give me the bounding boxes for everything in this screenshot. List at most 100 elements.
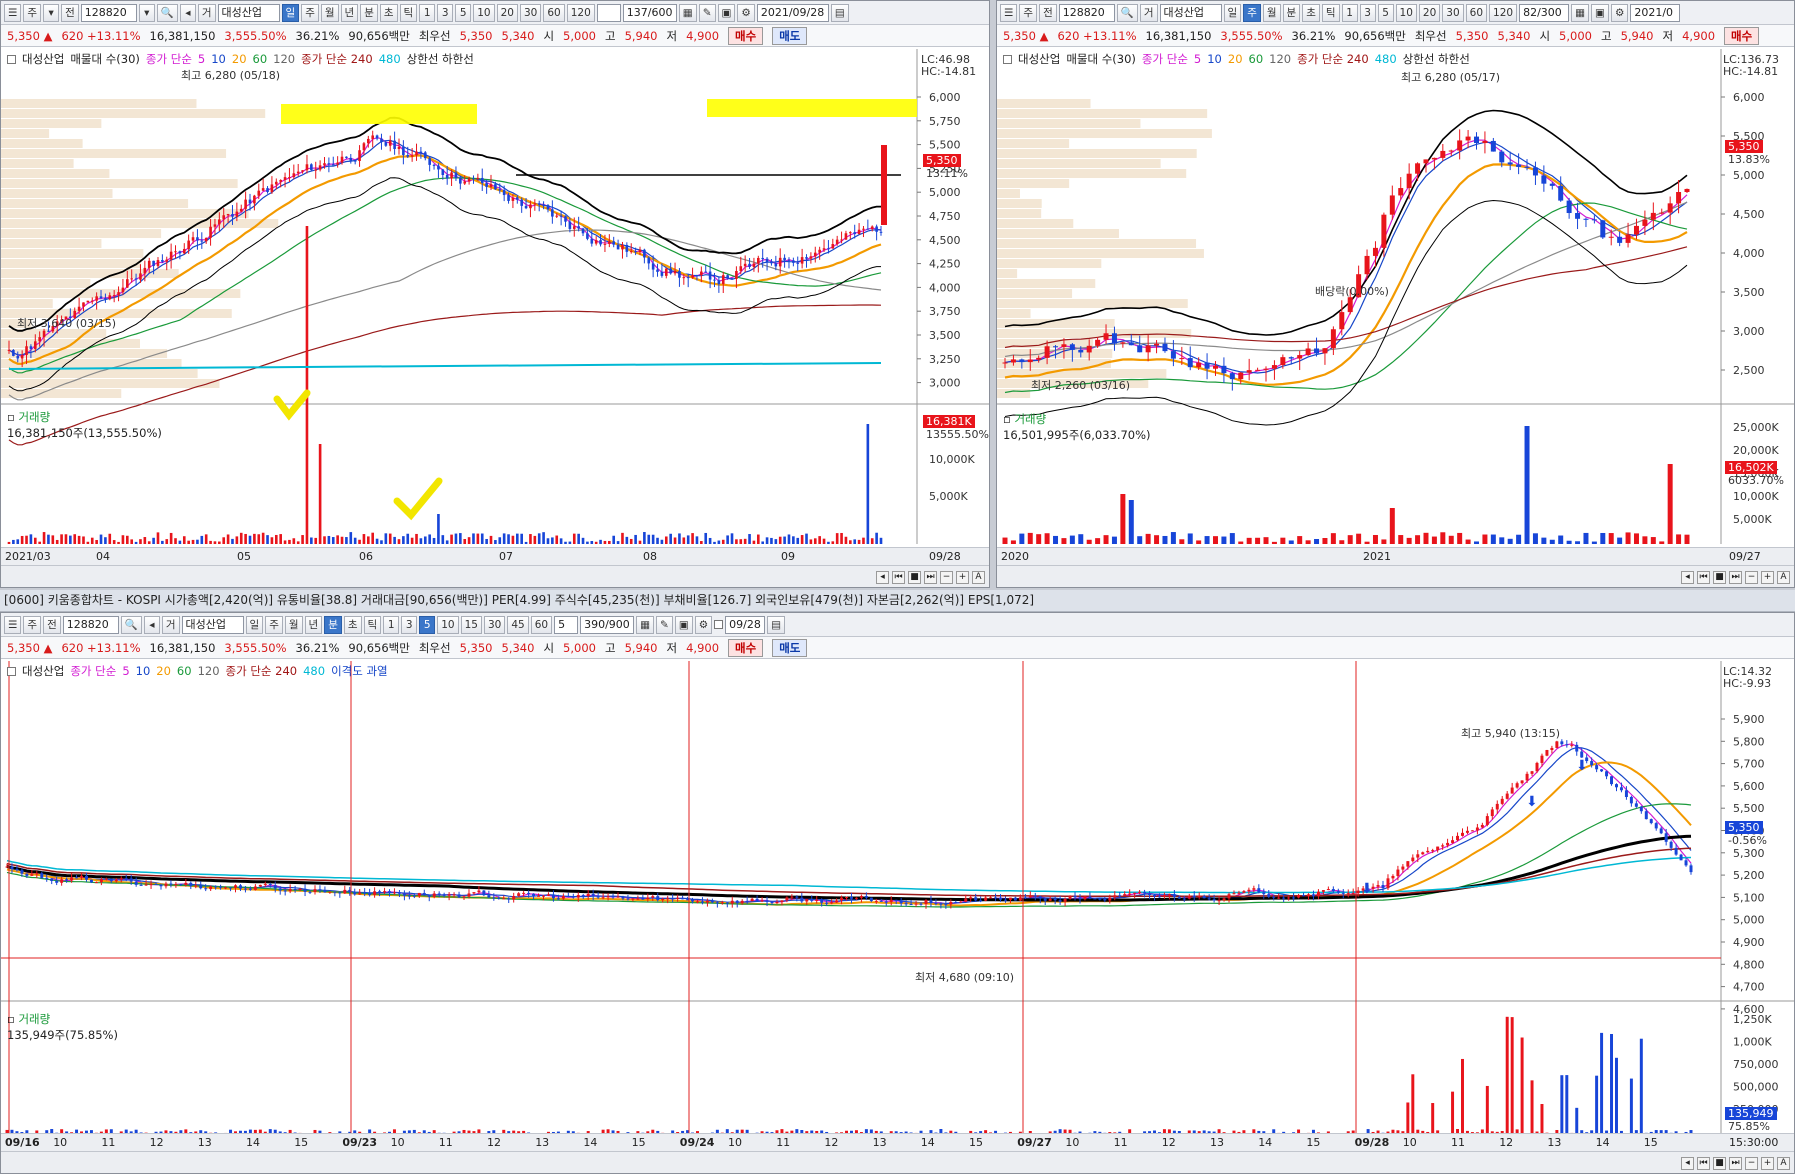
buy-button[interactable]: 매수 (728, 26, 764, 45)
period-minute[interactable]: 분 (324, 615, 342, 634)
scroll-left-icon[interactable]: ◂ (1681, 570, 1694, 584)
period-tick[interactable]: 틱 (399, 3, 418, 22)
code-input[interactable]: 128820 (80, 3, 137, 22)
counter-field[interactable]: 390/900 (580, 615, 635, 634)
interval-30[interactable]: 30 (1442, 3, 1464, 22)
period-second[interactable]: 초 (343, 615, 362, 634)
save-icon[interactable]: ▣ (717, 3, 736, 22)
zoom-in-icon[interactable]: + (1761, 570, 1774, 584)
save-icon[interactable]: ▣ (674, 615, 693, 634)
counter-field[interactable]: 137/600 (622, 3, 677, 22)
interval-3[interactable]: 3 (437, 3, 454, 22)
buy-button[interactable]: 매수 (1724, 26, 1760, 45)
period-second[interactable]: 초 (1302, 3, 1320, 22)
period-year[interactable]: 년 (340, 3, 359, 22)
min-30[interactable]: 30 (483, 615, 506, 634)
legend-checkbox[interactable] (1003, 54, 1012, 64)
period-tick[interactable]: 틱 (1321, 3, 1340, 22)
stop-icon[interactable]: ■ (908, 570, 921, 584)
interval-20[interactable]: 20 (1418, 3, 1441, 22)
draw-icon[interactable]: ✎ (656, 615, 673, 634)
interval-120[interactable]: 120 (566, 3, 595, 22)
menu-icon[interactable]: ☰ (1000, 3, 1018, 22)
market-select[interactable]: 전 (61, 3, 79, 22)
price-chart[interactable]: 6,0005,5005,0004,5004,0003,5003,0002,500… (997, 49, 1794, 588)
interval-5[interactable]: 5 (455, 3, 472, 22)
period-month[interactable]: 월 (284, 615, 303, 634)
next-icon[interactable]: ⏭ (1729, 1156, 1742, 1170)
min-5[interactable]: 5 (419, 615, 436, 634)
settings-icon[interactable]: ⚙ (737, 3, 755, 22)
auto-icon[interactable]: A (1777, 570, 1790, 584)
period-year[interactable]: 년 (304, 615, 323, 634)
asset-type-select[interactable]: 주 (1019, 3, 1038, 22)
code-input[interactable]: 128820 (62, 615, 119, 634)
zoom-out-icon[interactable]: − (1745, 1156, 1758, 1170)
menu-icon[interactable]: ☰ (4, 3, 22, 22)
settings-icon[interactable]: ⚙ (694, 615, 713, 634)
period-week[interactable]: 주 (265, 615, 283, 634)
interval-20[interactable]: 20 (496, 3, 518, 22)
first-icon[interactable]: ⏮ (1697, 570, 1710, 584)
stop-icon[interactable]: ■ (1713, 570, 1726, 584)
zoom-in-icon[interactable]: + (956, 570, 969, 584)
asset-type-select[interactable]: 주 (23, 615, 42, 634)
min-3[interactable]: 3 (401, 615, 418, 634)
next-icon[interactable]: ⏭ (924, 570, 937, 584)
period-month[interactable]: 월 (1262, 3, 1281, 22)
menu-icon[interactable]: ☰ (4, 615, 22, 634)
code-dropdown-icon[interactable]: ▾ (138, 3, 155, 22)
date-field[interactable]: 09/28 (725, 615, 766, 634)
custom-interval-input[interactable] (596, 3, 621, 22)
interval-10[interactable]: 10 (473, 3, 495, 22)
date-field[interactable]: 2021/09/28 (756, 3, 829, 22)
stock-name-field[interactable]: 대성산업 (217, 3, 280, 22)
period-week[interactable]: 주 (301, 3, 319, 22)
calendar-icon[interactable]: ▤ (830, 3, 849, 22)
first-icon[interactable]: ⏮ (1697, 1156, 1710, 1170)
period-second[interactable]: 초 (379, 3, 398, 22)
interval-30[interactable]: 30 (519, 3, 542, 22)
grid-icon[interactable]: ▦ (678, 3, 697, 22)
interval-1[interactable]: 1 (1341, 3, 1358, 22)
min-1[interactable]: 1 (383, 615, 400, 634)
zoom-in-icon[interactable]: + (1761, 1156, 1774, 1170)
grid-icon[interactable]: ▦ (636, 615, 655, 634)
search-icon[interactable]: 🔍 (120, 615, 142, 634)
dropdown-icon[interactable]: ▾ (43, 3, 60, 22)
stock-name-field[interactable]: 대성산업 (181, 615, 244, 634)
min-10[interactable]: 10 (437, 615, 459, 634)
interval-120[interactable]: 120 (1489, 3, 1518, 22)
interval-1[interactable]: 1 (419, 3, 436, 22)
first-icon[interactable]: ⏮ (892, 570, 905, 584)
scroll-left-icon[interactable]: ◂ (876, 570, 889, 584)
interval-10[interactable]: 10 (1395, 3, 1417, 22)
date-checkbox[interactable] (714, 620, 724, 629)
market-select[interactable]: 전 (1039, 3, 1057, 22)
sell-button[interactable]: 매도 (772, 26, 808, 45)
legend-checkbox[interactable] (7, 666, 16, 676)
sell-button[interactable]: 매도 (772, 638, 808, 657)
period-tick[interactable]: 틱 (363, 615, 382, 634)
period-minute[interactable]: 분 (360, 3, 378, 22)
period-day[interactable]: 일 (245, 615, 264, 634)
step-input[interactable]: 5 (554, 615, 579, 634)
min-60[interactable]: 60 (530, 615, 553, 634)
period-week[interactable]: 주 (1243, 3, 1261, 22)
period-minute[interactable]: 분 (1282, 3, 1301, 22)
market-select[interactable]: 전 (43, 615, 61, 634)
save-icon[interactable]: ▣ (1591, 3, 1609, 22)
group-select[interactable]: 거 (1139, 3, 1158, 22)
interval-5[interactable]: 5 (1377, 3, 1394, 22)
period-day[interactable]: 일 (1223, 3, 1242, 22)
zoom-out-icon[interactable]: − (1745, 570, 1758, 584)
speaker-icon[interactable]: ◂ (179, 3, 196, 22)
scroll-left-icon[interactable]: ◂ (1681, 1156, 1694, 1170)
search-icon[interactable]: 🔍 (1116, 3, 1138, 22)
interval-60[interactable]: 60 (543, 3, 565, 22)
group-select[interactable]: 거 (161, 615, 180, 634)
search-icon[interactable]: 🔍 (156, 3, 178, 22)
asset-type-select[interactable]: 주 (23, 3, 42, 22)
interval-3[interactable]: 3 (1359, 3, 1376, 22)
speaker-icon[interactable]: ◂ (143, 615, 160, 634)
